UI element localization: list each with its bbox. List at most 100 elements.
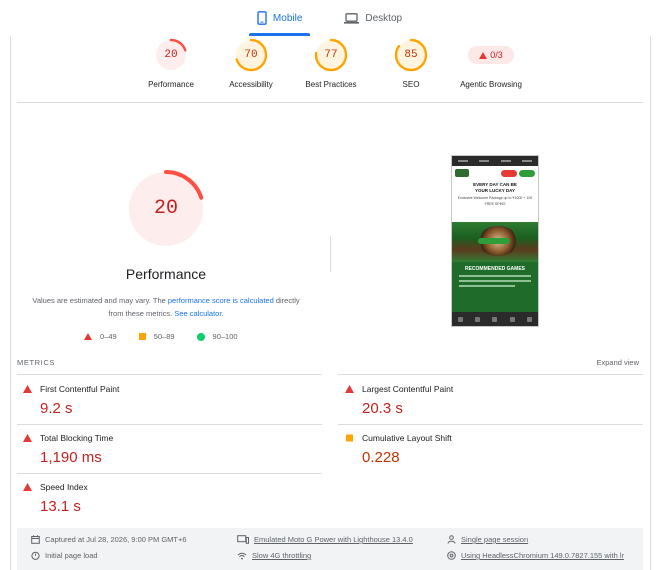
tab-desktop-label: Desktop — [365, 12, 403, 24]
text-line — [459, 275, 531, 277]
fail-triangle-icon — [84, 333, 92, 340]
legend-average-label: 50–89 — [153, 332, 175, 341]
seo-label: SEO — [402, 80, 420, 89]
device-tabs: Mobile Desktop — [0, 0, 659, 36]
agentic-browsing-badge: 0/3 — [468, 46, 514, 64]
metric-cls-value: 0.228 — [362, 449, 400, 466]
screenshot-login-pill — [519, 169, 535, 177]
session-text: Single page session — [461, 535, 529, 544]
performance-score-link[interactable]: performance score is calculated — [168, 296, 274, 305]
device-icon — [237, 535, 249, 544]
screenshot-cta — [478, 238, 510, 244]
accessibility-label: Accessibility — [229, 80, 273, 89]
wifi-icon — [237, 552, 247, 559]
laptop-icon — [344, 12, 360, 24]
footer-device[interactable]: Emulated Moto G Power with Lighthouse 13… — [237, 535, 413, 544]
legend-fail: 0–49 — [84, 332, 117, 341]
metric-divider — [17, 374, 322, 375]
footer-load: Initial page load — [31, 551, 98, 560]
screenshot-recommended: RECOMMENDED GAMES — [452, 262, 538, 312]
gauge-agentic-browsing[interactable]: 0/3 Agentic Browsing — [446, 38, 536, 89]
legend-average: 50–89 — [138, 332, 175, 341]
recommended-title: RECOMMENDED GAMES — [464, 266, 525, 272]
gauge-seo[interactable]: 85 SEO — [366, 38, 456, 89]
hero-subtext: Exclusive Welcome Package up to ₹1000 + … — [457, 196, 533, 206]
accessibility-score: 70 — [244, 49, 258, 61]
score-legend: 0–49 50–89 90–100 — [84, 332, 238, 341]
timer-icon — [31, 551, 40, 560]
metric-divider — [338, 424, 643, 425]
metric-cls-name: Cumulative Layout Shift — [362, 433, 452, 443]
fail-triangle-icon — [23, 385, 32, 393]
average-square-icon — [346, 434, 353, 442]
pass-circle-icon — [196, 332, 205, 341]
vertical-divider — [330, 236, 331, 272]
best-practices-score: 77 — [324, 49, 338, 61]
hero-line-2: YOUR LUCKY DAY — [474, 188, 515, 193]
final-screenshot[interactable]: EVERY DAY CAN BE YOUR LUCKY DAY Exclusiv… — [451, 155, 539, 327]
divider — [17, 102, 643, 103]
metric-speed-index-value: 13.1 s — [40, 498, 81, 515]
metric-speed-index-name: Speed Index — [40, 482, 88, 492]
footer-captured: Captured at Jul 28, 2026, 9:00 PM GMT+6 — [31, 535, 187, 544]
footer-browser[interactable]: Using HeadlessChromium 149.0.7827.155 wi… — [447, 551, 624, 560]
metric-tbt-value: 1,190 ms — [40, 449, 102, 466]
chrome-icon — [447, 551, 456, 560]
performance-main-gauge: 20 — [126, 169, 206, 249]
gauge-best-practices[interactable]: 77 Best Practices — [286, 38, 376, 89]
metric-lcp-value: 20.3 s — [362, 400, 403, 417]
category-gauges: 20 Performance 70 Accessibility 77 Best … — [0, 38, 659, 94]
best-practices-label: Best Practices — [305, 80, 357, 89]
screenshot-register-pill — [501, 169, 517, 177]
screenshot-hero: EVERY DAY CAN BE YOUR LUCKY DAY Exclusiv… — [452, 180, 538, 222]
report-frame-left — [10, 36, 11, 570]
performance-score: 20 — [164, 49, 178, 61]
fail-triangle-icon — [23, 434, 32, 442]
footer-session[interactable]: Single page session — [447, 535, 528, 544]
metric-fcp-name: First Contentful Paint — [40, 384, 120, 394]
report-frame-right — [650, 36, 651, 570]
legend-pass: 90–100 — [196, 332, 238, 341]
legend-pass-label: 90–100 — [212, 332, 238, 341]
seo-score: 85 — [404, 49, 418, 61]
expand-view-button[interactable]: Expand view — [596, 358, 639, 367]
best-practices-score-ring: 77 — [314, 38, 348, 72]
fail-triangle-icon — [23, 483, 32, 491]
footer-throttling[interactable]: Slow 4G throttling — [237, 551, 311, 560]
screenshot-bottom-nav — [452, 312, 538, 326]
text-line — [459, 280, 531, 282]
tab-desktop[interactable]: Desktop — [334, 0, 412, 36]
screenshot-topbar — [452, 156, 538, 166]
performance-score-ring: 20 — [154, 38, 188, 72]
device-text: Emulated Moto G Power with Lighthouse 13… — [254, 535, 413, 544]
text-line — [459, 285, 515, 287]
load-text: Initial page load — [45, 551, 98, 560]
performance-main-score: 20 — [153, 197, 178, 220]
tab-mobile[interactable]: Mobile — [247, 0, 312, 36]
throttling-text: Slow 4G throttling — [252, 551, 312, 560]
calendar-icon — [31, 535, 40, 544]
screenshot-header — [452, 166, 538, 180]
tab-mobile-label: Mobile — [272, 12, 303, 24]
agentic-browsing-label: Agentic Browsing — [460, 80, 522, 89]
accessibility-score-ring: 70 — [234, 38, 268, 72]
agentic-browsing-score: 0/3 — [490, 50, 503, 60]
see-calculator-link[interactable]: See calculator. — [174, 309, 223, 318]
note-text-1: Values are estimated and may vary. The — [32, 296, 168, 305]
metric-divider — [338, 374, 643, 375]
site-logo — [455, 169, 469, 177]
user-session-icon — [447, 535, 456, 544]
seo-score-ring: 85 — [394, 38, 428, 72]
performance-note: Values are estimated and may vary. The p… — [26, 294, 306, 320]
gauge-accessibility[interactable]: 70 Accessibility — [206, 38, 296, 89]
metric-divider — [17, 473, 322, 474]
mobile-icon — [257, 11, 267, 25]
metric-lcp-name: Largest Contentful Paint — [362, 384, 454, 394]
metric-fcp-value: 9.2 s — [40, 400, 73, 417]
browser-text: Using HeadlessChromium 149.0.7827.155 wi… — [461, 551, 625, 560]
metrics-header: METRICS — [17, 358, 55, 367]
gauge-performance[interactable]: 20 Performance — [126, 38, 216, 89]
metric-divider — [17, 424, 322, 425]
legend-fail-label: 0–49 — [100, 332, 117, 341]
runtime-settings-footer: Captured at Jul 28, 2026, 9:00 PM GMT+6 … — [17, 528, 643, 570]
